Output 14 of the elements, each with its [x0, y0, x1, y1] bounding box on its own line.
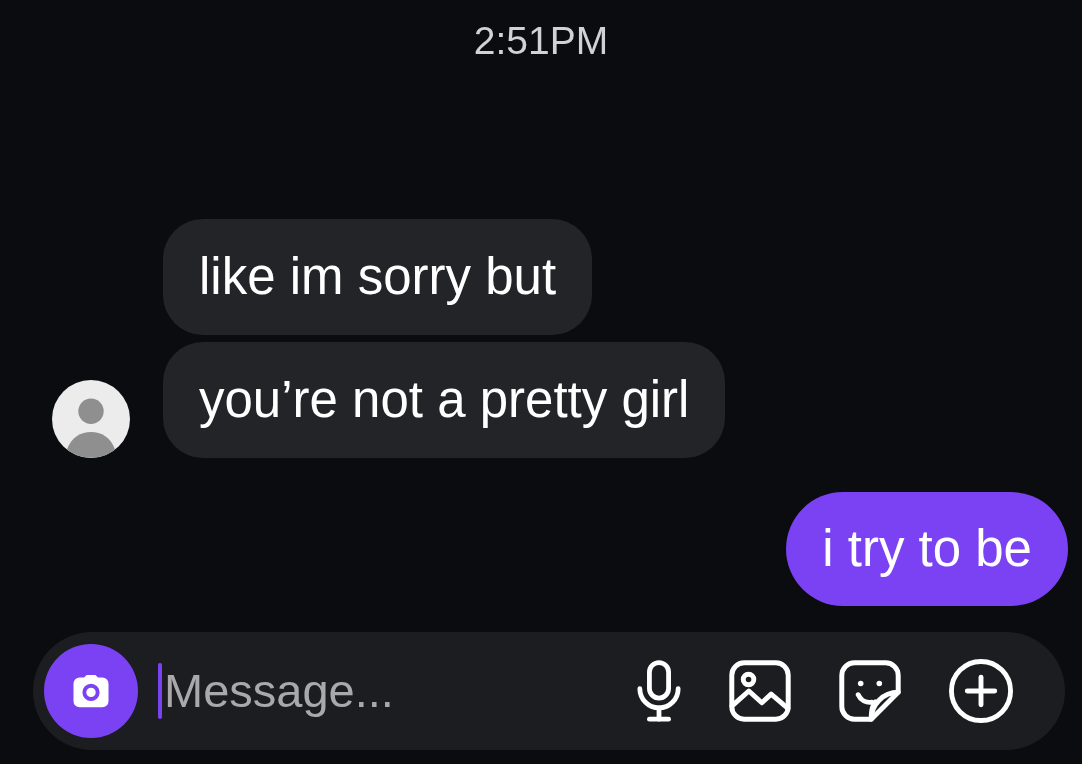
microphone-icon: [637, 660, 681, 722]
sticker-button[interactable]: [839, 660, 901, 722]
received-message-bubble: you’re not a pretty girl: [163, 342, 726, 458]
sent-message-bubble: i try to be: [786, 492, 1068, 606]
microphone-button[interactable]: [637, 660, 681, 722]
add-button[interactable]: [949, 659, 1013, 723]
message-timestamp: 2:51PM: [473, 18, 609, 64]
received-message-bubble: like im sorry but: [163, 219, 593, 335]
photo-gallery-button[interactable]: [729, 660, 791, 722]
image-icon: [729, 660, 791, 722]
message-input[interactable]: Message...: [164, 661, 637, 721]
plus-circle-icon: [949, 659, 1013, 723]
smiley-sticker-icon: [839, 660, 901, 722]
camera-button[interactable]: [44, 644, 138, 738]
